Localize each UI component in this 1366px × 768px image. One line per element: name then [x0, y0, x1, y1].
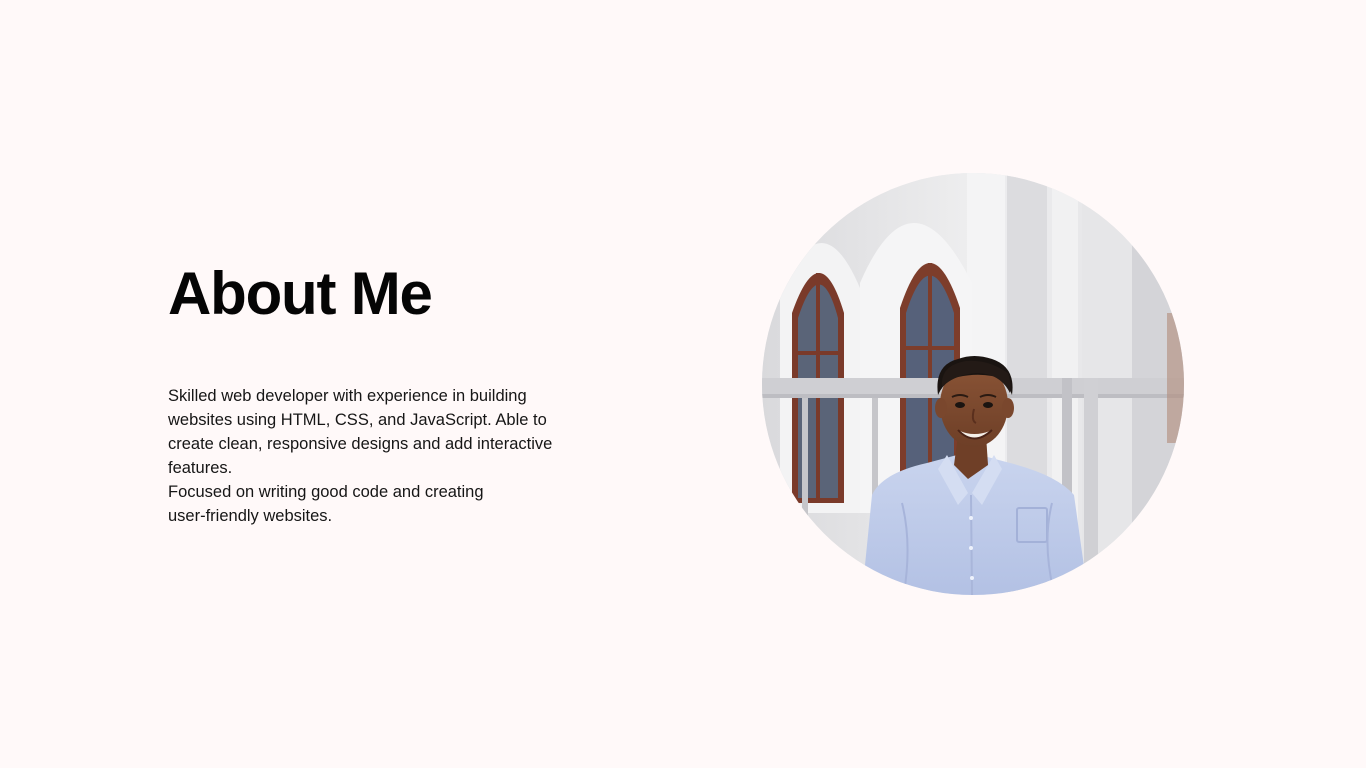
profile-photo-illustration — [762, 173, 1184, 595]
about-paragraph-focus: Focused on writing good code and creatin… — [168, 483, 484, 525]
about-heading: About Me — [168, 260, 433, 327]
about-section: About Me Skilled web developer with expe… — [0, 0, 1366, 768]
about-text-column: About Me Skilled web developer with expe… — [168, 255, 588, 528]
about-paragraph-skills: Skilled web developer with experience in… — [168, 387, 553, 477]
about-description: Skilled web developer with experience in… — [168, 384, 588, 528]
profile-photo — [762, 173, 1184, 595]
